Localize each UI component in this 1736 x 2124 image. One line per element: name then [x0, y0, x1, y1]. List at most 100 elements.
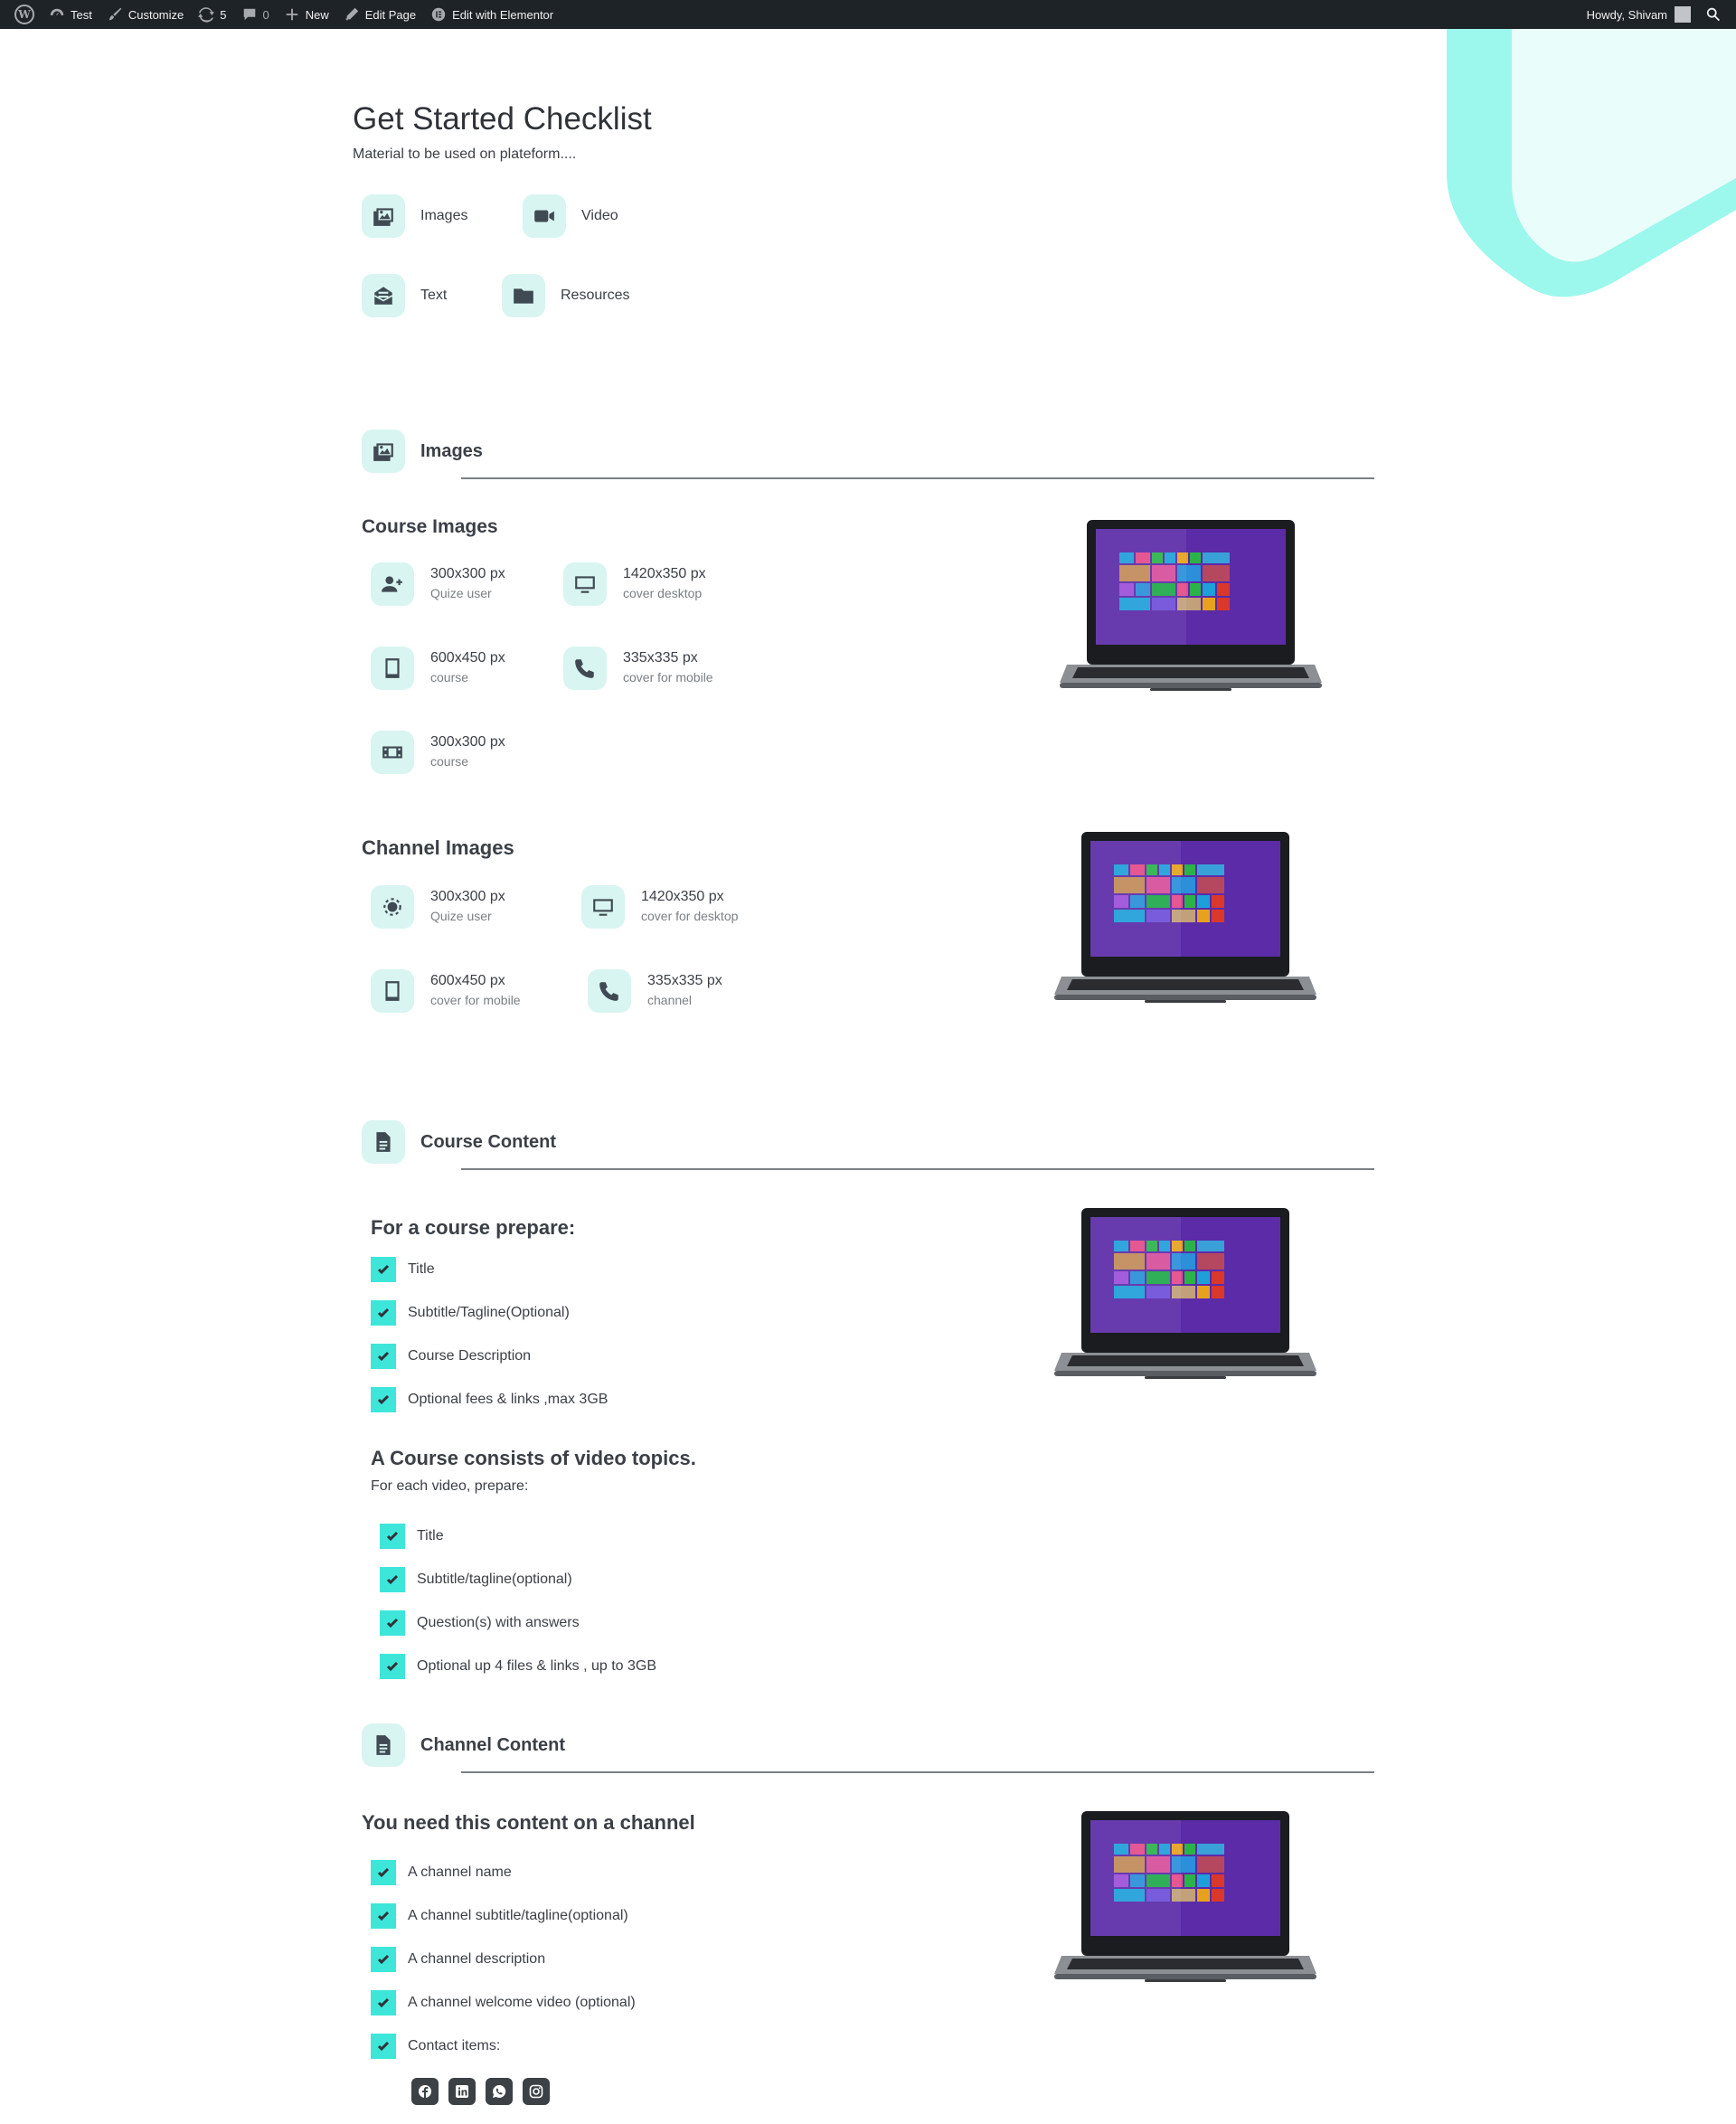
- section-header-images: Images: [362, 430, 483, 473]
- avatar: [1675, 6, 1691, 23]
- checklist-item: Course Description: [371, 1344, 531, 1369]
- edit-elementor-label: Edit with Elementor: [452, 7, 554, 22]
- checklist-label: Title: [417, 1528, 444, 1543]
- section-title: Course Content: [420, 1131, 556, 1152]
- text-envelope-icon: [362, 274, 405, 317]
- my-account-menu[interactable]: Howdy, Shivam: [1580, 0, 1698, 29]
- search-menu[interactable]: [1698, 0, 1729, 29]
- plus-icon: [286, 8, 298, 21]
- quick-link-video[interactable]: Video: [523, 194, 618, 238]
- spec-item: 300x300 px course: [371, 731, 505, 774]
- spec-item: 300x300 px Quize user: [371, 562, 505, 606]
- checklist-label: Title: [408, 1261, 435, 1277]
- spec-desc: cover desktop: [623, 586, 703, 600]
- video-topics-title: A Course consists of video topics.: [371, 1447, 696, 1469]
- spec-item: 1420x350 px cover for desktop: [581, 885, 738, 929]
- checklist-item: Optional up 4 files & links , up to 3GB: [380, 1654, 656, 1679]
- checkbox-checked-icon[interactable]: [380, 1567, 405, 1592]
- new-content-menu[interactable]: New: [277, 0, 336, 29]
- updates-menu[interactable]: 5: [191, 0, 233, 29]
- checklist-item: Title: [380, 1524, 444, 1549]
- quick-link-text[interactable]: Text: [362, 274, 447, 317]
- images-icon: [362, 194, 405, 238]
- spec-size: 1420x350 px: [623, 566, 706, 581]
- spec-size: 600x450 px: [430, 650, 505, 666]
- images-icon: [362, 430, 405, 473]
- user-plus-icon: [371, 562, 414, 606]
- edit-page-menu[interactable]: Edit Page: [336, 0, 423, 29]
- dashboard-icon: [50, 8, 64, 15]
- wp-logo-menu[interactable]: W: [7, 0, 42, 29]
- course-prepare-title: For a course prepare:: [371, 1216, 576, 1239]
- whatsapp-icon[interactable]: [486, 2078, 513, 2105]
- spec-size: 600x450 px: [430, 973, 505, 988]
- quick-link-label: Text: [420, 288, 448, 303]
- page-title: Get Started Checklist: [353, 101, 652, 137]
- spec-desc: course: [430, 670, 469, 684]
- quick-link-resources[interactable]: Resources: [502, 274, 629, 317]
- checkbox-checked-icon[interactable]: [371, 1387, 396, 1412]
- checklist-label: A channel description: [408, 1951, 546, 1967]
- checklist-item: Question(s) with answers: [380, 1610, 580, 1636]
- spec-item: 600x450 px cover for mobile: [371, 969, 521, 1013]
- checkbox-checked-icon[interactable]: [371, 1257, 396, 1282]
- section-divider: [461, 1771, 1374, 1773]
- checkbox-checked-icon[interactable]: [371, 1344, 396, 1369]
- spec-desc: cover for desktop: [641, 909, 739, 923]
- page-subtitle: Material to be used on plateform....: [353, 146, 577, 162]
- updates-icon: [198, 7, 215, 23]
- checklist-label: Contact items:: [408, 2038, 501, 2053]
- spec-desc: Quize user: [430, 909, 492, 923]
- spec-size: 335x335 px: [623, 650, 698, 666]
- checkbox-checked-icon[interactable]: [371, 2034, 396, 2059]
- spec-size: 1420x350 px: [641, 889, 724, 904]
- spec-desc: cover for mobile: [430, 993, 521, 1007]
- checklist-item: Optional fees & links ,max 3GB: [371, 1387, 608, 1412]
- section-divider: [461, 477, 1374, 479]
- quick-link-label: Resources: [561, 288, 630, 303]
- spec-item: 335x335 px channel: [588, 969, 722, 1013]
- checkbox-checked-icon[interactable]: [371, 1300, 396, 1326]
- film-icon: [371, 731, 414, 774]
- section-title: Channel Content: [420, 1734, 565, 1755]
- checkbox-checked-icon[interactable]: [371, 1947, 396, 1972]
- checklist-item: A channel welcome video (optional): [371, 1990, 636, 2015]
- section-header-channel-content: Channel Content: [362, 1723, 565, 1767]
- document-icon: [362, 1120, 405, 1164]
- laptop-image: [1054, 1811, 1316, 1992]
- folder-icon: [502, 274, 545, 317]
- quick-link-label: Images: [420, 208, 468, 223]
- spec-size: 335x335 px: [647, 973, 722, 988]
- customize-label: Customize: [127, 7, 184, 22]
- facebook-icon[interactable]: [411, 2078, 439, 2105]
- quick-link-images[interactable]: Images: [362, 194, 467, 238]
- laptop-image: [1060, 520, 1322, 701]
- video-topics-subtitle: For each video, prepare:: [371, 1478, 529, 1494]
- social-icons: [411, 2078, 560, 2105]
- checkbox-checked-icon[interactable]: [380, 1524, 405, 1549]
- checkbox-checked-icon[interactable]: [380, 1610, 405, 1636]
- checkbox-checked-icon[interactable]: [380, 1654, 405, 1679]
- desktop-icon: [563, 562, 607, 606]
- checklist-label: Subtitle/Tagline(Optional): [408, 1305, 570, 1320]
- checkbox-checked-icon[interactable]: [371, 1990, 396, 2015]
- instagram-icon[interactable]: [523, 2078, 550, 2105]
- phone-icon: [563, 647, 607, 690]
- checklist-item: A channel subtitle/tagline(optional): [371, 1903, 628, 1929]
- tablet-icon: [371, 969, 414, 1013]
- site-name-label: Test: [71, 7, 92, 22]
- edit-elementor-menu[interactable]: Edit with Elementor: [423, 0, 561, 29]
- site-name-menu[interactable]: Test: [42, 0, 99, 29]
- checkbox-checked-icon[interactable]: [371, 1860, 396, 1885]
- comments-menu[interactable]: 0: [234, 0, 277, 29]
- spec-size: 300x300 px: [430, 566, 505, 581]
- new-label: New: [305, 7, 329, 22]
- checklist-label: A channel welcome video (optional): [408, 1995, 636, 2010]
- customize-menu[interactable]: Customize: [99, 0, 191, 29]
- checkbox-checked-icon[interactable]: [371, 1903, 396, 1929]
- linkedin-icon[interactable]: [448, 2078, 476, 2105]
- checklist-label: A channel name: [408, 1864, 512, 1880]
- wp-admin-bar: W Test Customize 5 0 New Edit Page Edit …: [0, 0, 1736, 29]
- checklist-label: Course Description: [408, 1348, 532, 1364]
- quick-link-label: Video: [581, 208, 618, 223]
